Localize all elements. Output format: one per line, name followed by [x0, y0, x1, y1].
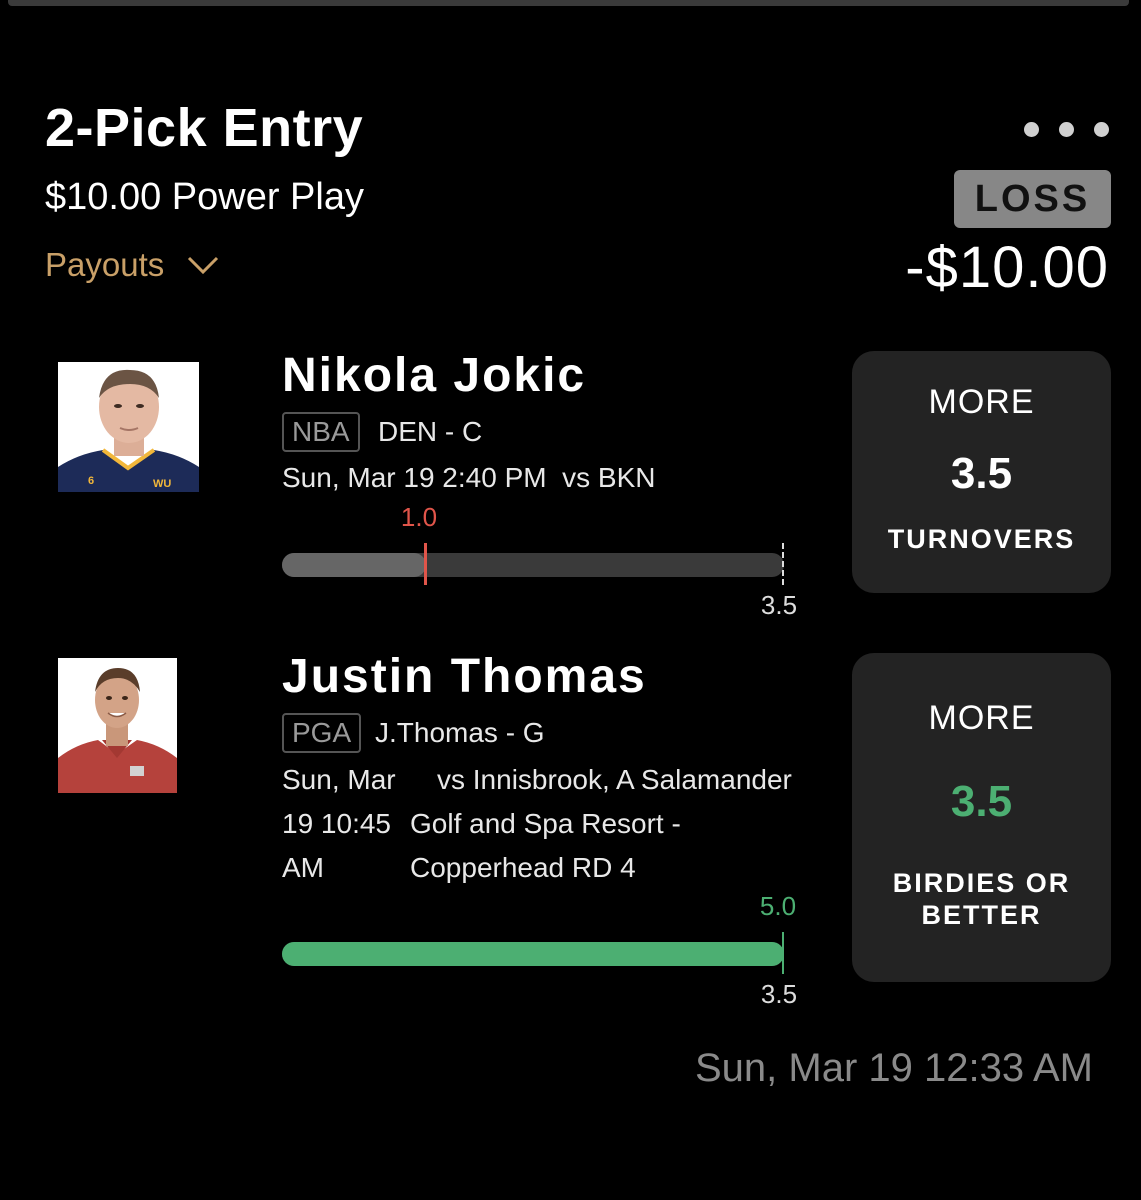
- team-position: J.Thomas - G: [375, 717, 545, 748]
- pick-direction: MORE: [928, 699, 1035, 737]
- opponent: vs Innisbrook, A Salamander Golf and Spa…: [410, 758, 792, 890]
- game-time: Sun, Mar 19 2:40 PM: [282, 462, 547, 493]
- entry-timestamp: Sun, Mar 19 12:33 AM: [694, 1046, 1093, 1090]
- line-value-label: 3.5: [760, 590, 798, 620]
- progress-fill: [282, 553, 426, 577]
- actual-marker: [424, 543, 427, 585]
- team-position: DEN - C: [378, 416, 483, 447]
- opponent-line: Copperhead RD 4: [410, 852, 636, 883]
- league-badge: PGA: [282, 713, 362, 753]
- result-amount: -$10.00: [905, 235, 1109, 300]
- progress-fill: [282, 942, 784, 966]
- dot-icon: [1059, 122, 1074, 137]
- result-badge: LOSS: [954, 170, 1111, 228]
- pick-stat: TURNOVERS: [887, 524, 1076, 554]
- payouts-label: Payouts: [45, 246, 165, 283]
- pick-stat: BIRDIES OR BETTER: [872, 867, 1091, 931]
- pick-card[interactable]: MORE 3.5 TURNOVERS: [852, 351, 1111, 593]
- pick-stat-line: BETTER: [921, 900, 1042, 930]
- pick-line: 3.5: [950, 449, 1013, 498]
- top-edge-bar: [8, 0, 1129, 6]
- league-badge: NBA: [282, 412, 360, 452]
- game-time: Sun, Mar 19 10:45 AM: [282, 758, 396, 890]
- svg-text:WU: WU: [153, 478, 171, 490]
- payouts-toggle[interactable]: Payouts: [45, 246, 220, 284]
- player-name: Nikola Jokic: [282, 349, 587, 402]
- game-time-line: Sun, Mar: [282, 764, 396, 795]
- opponent-line: Golf and Spa Resort -: [410, 808, 681, 839]
- entry-subtitle: $10.00 Power Play: [45, 176, 364, 218]
- more-options-button[interactable]: [1024, 122, 1109, 137]
- line-value-label: 3.5: [760, 979, 798, 1009]
- dot-icon: [1094, 122, 1109, 137]
- entry-title: 2-Pick Entry: [45, 98, 364, 158]
- line-marker: [782, 932, 784, 974]
- svg-text:6: 6: [88, 475, 94, 487]
- game-time-line: AM: [282, 852, 324, 883]
- line-marker: [782, 543, 784, 585]
- progress-track: [282, 553, 784, 577]
- chevron-down-icon: [188, 256, 219, 275]
- actual-value-label: 5.0: [759, 891, 797, 921]
- pick-line: 3.5: [950, 777, 1013, 826]
- actual-value-label: 1.0: [400, 502, 438, 532]
- opponent: vs BKN: [562, 462, 656, 493]
- player-headshot: 6 WU: [58, 362, 199, 492]
- dot-icon: [1024, 122, 1039, 137]
- pick-card[interactable]: MORE 3.5 BIRDIES OR BETTER: [852, 653, 1111, 982]
- game-time-line: 19 10:45: [282, 808, 391, 839]
- player-name: Justin Thomas: [282, 650, 647, 703]
- player-headshot: [58, 658, 177, 793]
- game-info: Sun, Mar 19 2:40 PM vs BKN: [282, 456, 656, 500]
- opponent-line: vs Innisbrook, A Salamander: [437, 764, 792, 795]
- pick-stat-line: BIRDIES OR: [892, 868, 1071, 898]
- pick-direction: MORE: [928, 383, 1035, 421]
- progress-track: [282, 942, 784, 966]
